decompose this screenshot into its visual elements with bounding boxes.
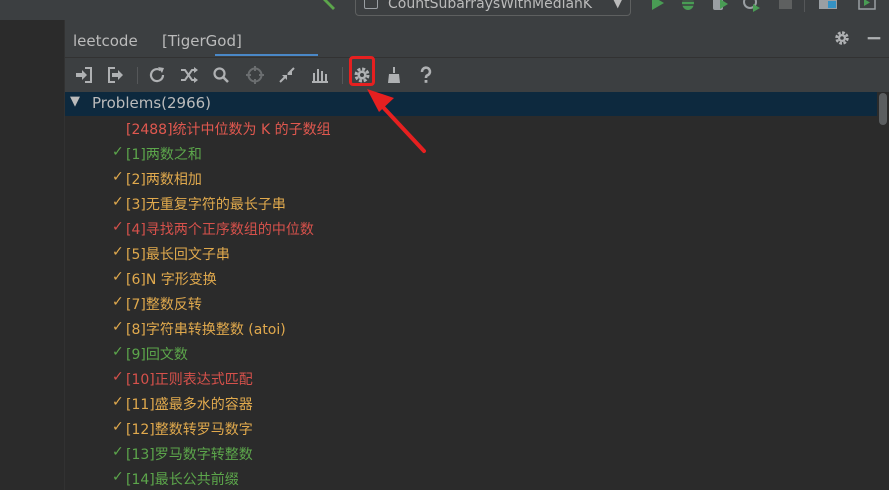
top-toolbar: CountSubarraysWithMedianK ▼ xyxy=(0,0,889,20)
status-check-icon: ✓ xyxy=(112,144,124,160)
tree-root-problems[interactable]: ▼ Problems(2966) xyxy=(65,92,877,116)
minimize-icon[interactable] xyxy=(865,29,883,47)
coverage-icon[interactable] xyxy=(710,0,730,14)
status-check-icon: ✓ xyxy=(112,444,124,460)
scrollbar[interactable] xyxy=(877,92,889,490)
tree-item[interactable]: [2488]统计中位数为 K 的子数组 xyxy=(65,117,877,142)
statistics-icon[interactable] xyxy=(310,65,330,85)
tree-item-title: [5]最长回文子串 xyxy=(126,247,230,263)
run-config-label: CountSubarraysWithMedianK xyxy=(388,0,593,12)
logout-icon[interactable] xyxy=(106,65,126,85)
debug-icon[interactable] xyxy=(678,0,698,14)
tree-item[interactable]: ✓ [4]寻找两个正序数组的中位数 xyxy=(65,217,877,242)
tab-leetcode[interactable]: leetcode xyxy=(73,32,138,50)
config-icon xyxy=(364,0,378,9)
problem-tree: ▼ Problems(2966) [2488]统计中位数为 K 的子数组 ✓ [1]… xyxy=(65,92,877,490)
refresh-icon[interactable] xyxy=(147,65,167,85)
hammer-icon[interactable] xyxy=(318,0,340,14)
tree-item[interactable]: ✓ [5]最长回文子串 xyxy=(65,242,877,267)
search-icon[interactable] xyxy=(211,65,231,85)
toolbar-separator xyxy=(342,67,343,84)
run-configuration-selector[interactable]: CountSubarraysWithMedianK ▼ xyxy=(355,0,631,16)
tree-item[interactable]: ✓ [14]最长公共前缀 xyxy=(65,467,877,490)
collapse-icon[interactable] xyxy=(277,65,297,85)
tree-item[interactable]: ✓ [6]N 字形变换 xyxy=(65,267,877,292)
tree-item[interactable]: ✓ [7]整数反转 xyxy=(65,292,877,317)
status-check-icon: ✓ xyxy=(112,419,124,435)
active-tab-indicator xyxy=(215,54,318,56)
tree-item[interactable]: ✓ [8]字符串转换整数 (atoi) xyxy=(65,317,877,342)
tree-item-title: [11]盛最多水的容器 xyxy=(126,397,253,413)
tree-item-title: [3]无重复字符的最长子串 xyxy=(126,197,286,213)
settings-icon[interactable] xyxy=(833,29,851,47)
tree-item-title: [4]寻找两个正序数组的中位数 xyxy=(126,222,314,238)
tree-item-title: [10]正则表达式匹配 xyxy=(126,372,253,388)
toolbar-separator xyxy=(137,67,138,84)
profile-icon[interactable] xyxy=(742,0,762,14)
status-check-icon: ✓ xyxy=(112,394,124,410)
tree-item-title: [8]字符串转换整数 (atoi) xyxy=(126,322,286,338)
scrollbar-thumb[interactable] xyxy=(879,93,887,125)
stop-icon[interactable] xyxy=(776,0,796,14)
status-check-icon: ✓ xyxy=(112,469,124,485)
login-icon[interactable] xyxy=(74,65,94,85)
tree-item-title: [2488]统计中位数为 K 的子数组 xyxy=(126,122,331,138)
tree-item[interactable]: ✓ [12]整数转罗马数字 xyxy=(65,417,877,442)
status-check-icon: ✓ xyxy=(112,244,124,260)
status-check-icon: ✓ xyxy=(112,194,124,210)
chevron-down-icon: ▼ xyxy=(613,0,622,10)
tree-item[interactable]: ✓ [11]盛最多水的容器 xyxy=(65,392,877,417)
tree-item-title: [7]整数反转 xyxy=(126,297,202,313)
random-icon[interactable] xyxy=(179,65,199,85)
tree-item-title: [13]罗马数字转整数 xyxy=(126,447,253,463)
expand-arrow-icon[interactable]: ▼ xyxy=(70,94,80,109)
tree-item-title: [9]回文数 xyxy=(126,347,188,363)
tree-item-title: [2]两数相加 xyxy=(126,172,202,188)
tree-item-title: [6]N 字形变换 xyxy=(126,272,217,288)
tool-window-header: leetcode [TigerGod] xyxy=(65,20,889,56)
toolbar-separator xyxy=(804,0,805,12)
tree-item-title: [1]两数之和 xyxy=(126,147,202,163)
leetcode-toolbar xyxy=(65,56,889,92)
run-icon[interactable] xyxy=(648,0,668,14)
locate-icon[interactable] xyxy=(245,65,265,85)
status-check-icon: ✓ xyxy=(112,369,124,385)
status-check-icon: ✓ xyxy=(112,319,124,335)
tree-item-title: [14]最长公共前缀 xyxy=(126,472,239,488)
project-structure-icon[interactable] xyxy=(818,0,838,14)
status-check-icon: ✓ xyxy=(112,294,124,310)
status-check-icon: ✓ xyxy=(112,169,124,185)
tree-item[interactable]: ✓ [1]两数之和 xyxy=(65,142,877,167)
tree-item[interactable]: ✓ [13]罗马数字转整数 xyxy=(65,442,877,467)
status-check-icon: ✓ xyxy=(112,344,124,360)
tree-item-title: [12]整数转罗马数字 xyxy=(126,422,253,438)
tree-item[interactable]: ✓ [9]回文数 xyxy=(65,342,877,367)
annotation-arrow xyxy=(367,89,426,153)
status-check-icon: ✓ xyxy=(112,269,124,285)
tree-item[interactable]: ✓ [10]正则表达式匹配 xyxy=(65,367,877,392)
ide-window: CountSubarraysWithMedianK ▼ leetcode [Ti… xyxy=(0,0,889,490)
run-window-icon[interactable] xyxy=(858,0,878,14)
tree-root-label: Problems(2966) xyxy=(92,94,212,112)
tree-item[interactable]: ✓ [3]无重复字符的最长子串 xyxy=(65,192,877,217)
editor-gutter xyxy=(0,20,64,490)
status-check-icon: ✓ xyxy=(112,219,124,235)
tab-tigergod[interactable]: [TigerGod] xyxy=(162,32,242,50)
tree-item[interactable]: ✓ [2]两数相加 xyxy=(65,167,877,192)
